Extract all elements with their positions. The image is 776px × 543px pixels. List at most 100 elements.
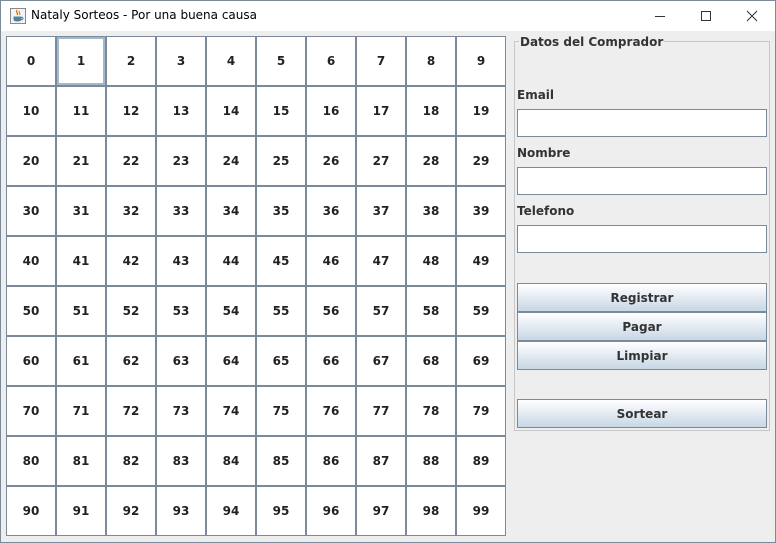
number-button-25[interactable]: 25 (256, 136, 306, 186)
number-button-69[interactable]: 69 (456, 336, 506, 386)
number-button-72[interactable]: 72 (106, 386, 156, 436)
number-button-99[interactable]: 99 (456, 486, 506, 536)
number-button-79[interactable]: 79 (456, 386, 506, 436)
number-button-1[interactable]: 1 (56, 36, 106, 86)
number-button-6[interactable]: 6 (306, 36, 356, 86)
number-button-4[interactable]: 4 (206, 36, 256, 86)
number-button-15[interactable]: 15 (256, 86, 306, 136)
number-button-40[interactable]: 40 (6, 236, 56, 286)
number-button-45[interactable]: 45 (256, 236, 306, 286)
number-button-88[interactable]: 88 (406, 436, 456, 486)
number-button-27[interactable]: 27 (356, 136, 406, 186)
number-button-16[interactable]: 16 (306, 86, 356, 136)
number-button-22[interactable]: 22 (106, 136, 156, 186)
number-button-11[interactable]: 11 (56, 86, 106, 136)
number-button-75[interactable]: 75 (256, 386, 306, 436)
number-button-89[interactable]: 89 (456, 436, 506, 486)
number-button-39[interactable]: 39 (456, 186, 506, 236)
number-button-80[interactable]: 80 (6, 436, 56, 486)
number-button-51[interactable]: 51 (56, 286, 106, 336)
number-button-30[interactable]: 30 (6, 186, 56, 236)
number-button-10[interactable]: 10 (6, 86, 56, 136)
number-button-93[interactable]: 93 (156, 486, 206, 536)
title-bar[interactable]: Nataly Sorteos - Por una buena causa (1, 1, 775, 31)
number-button-44[interactable]: 44 (206, 236, 256, 286)
number-button-97[interactable]: 97 (356, 486, 406, 536)
email-field[interactable] (517, 109, 767, 137)
number-button-42[interactable]: 42 (106, 236, 156, 286)
maximize-button[interactable] (683, 1, 729, 31)
number-button-37[interactable]: 37 (356, 186, 406, 236)
number-button-14[interactable]: 14 (206, 86, 256, 136)
number-button-83[interactable]: 83 (156, 436, 206, 486)
pagar-button[interactable]: Pagar (517, 312, 767, 341)
registrar-button[interactable]: Registrar (517, 283, 767, 312)
number-button-60[interactable]: 60 (6, 336, 56, 386)
limpiar-button[interactable]: Limpiar (517, 341, 767, 370)
number-button-76[interactable]: 76 (306, 386, 356, 436)
number-button-8[interactable]: 8 (406, 36, 456, 86)
number-button-48[interactable]: 48 (406, 236, 456, 286)
number-button-82[interactable]: 82 (106, 436, 156, 486)
number-button-65[interactable]: 65 (256, 336, 306, 386)
number-button-98[interactable]: 98 (406, 486, 456, 536)
number-button-55[interactable]: 55 (256, 286, 306, 336)
number-button-61[interactable]: 61 (56, 336, 106, 386)
sortear-button[interactable]: Sortear (517, 399, 767, 428)
number-button-85[interactable]: 85 (256, 436, 306, 486)
minimize-button[interactable] (637, 1, 683, 31)
number-button-81[interactable]: 81 (56, 436, 106, 486)
number-button-43[interactable]: 43 (156, 236, 206, 286)
number-button-84[interactable]: 84 (206, 436, 256, 486)
number-button-5[interactable]: 5 (256, 36, 306, 86)
number-button-52[interactable]: 52 (106, 286, 156, 336)
number-button-24[interactable]: 24 (206, 136, 256, 186)
number-button-29[interactable]: 29 (456, 136, 506, 186)
number-button-35[interactable]: 35 (256, 186, 306, 236)
telefono-field[interactable] (517, 225, 767, 253)
number-button-71[interactable]: 71 (56, 386, 106, 436)
number-button-3[interactable]: 3 (156, 36, 206, 86)
close-button[interactable] (729, 1, 775, 31)
number-button-96[interactable]: 96 (306, 486, 356, 536)
number-button-63[interactable]: 63 (156, 336, 206, 386)
number-button-20[interactable]: 20 (6, 136, 56, 186)
number-button-62[interactable]: 62 (106, 336, 156, 386)
number-button-74[interactable]: 74 (206, 386, 256, 436)
number-button-90[interactable]: 90 (6, 486, 56, 536)
number-button-41[interactable]: 41 (56, 236, 106, 286)
number-button-21[interactable]: 21 (56, 136, 106, 186)
number-button-18[interactable]: 18 (406, 86, 456, 136)
number-button-77[interactable]: 77 (356, 386, 406, 436)
number-button-46[interactable]: 46 (306, 236, 356, 286)
number-button-36[interactable]: 36 (306, 186, 356, 236)
number-button-50[interactable]: 50 (6, 286, 56, 336)
number-button-95[interactable]: 95 (256, 486, 306, 536)
number-button-86[interactable]: 86 (306, 436, 356, 486)
number-button-66[interactable]: 66 (306, 336, 356, 386)
number-button-67[interactable]: 67 (356, 336, 406, 386)
number-button-53[interactable]: 53 (156, 286, 206, 336)
nombre-field[interactable] (517, 167, 767, 195)
number-button-19[interactable]: 19 (456, 86, 506, 136)
number-button-94[interactable]: 94 (206, 486, 256, 536)
number-button-92[interactable]: 92 (106, 486, 156, 536)
number-button-54[interactable]: 54 (206, 286, 256, 336)
number-button-17[interactable]: 17 (356, 86, 406, 136)
number-button-23[interactable]: 23 (156, 136, 206, 186)
number-button-38[interactable]: 38 (406, 186, 456, 236)
number-button-13[interactable]: 13 (156, 86, 206, 136)
number-button-49[interactable]: 49 (456, 236, 506, 286)
number-button-28[interactable]: 28 (406, 136, 456, 186)
number-button-70[interactable]: 70 (6, 386, 56, 436)
number-button-59[interactable]: 59 (456, 286, 506, 336)
number-button-9[interactable]: 9 (456, 36, 506, 86)
number-button-73[interactable]: 73 (156, 386, 206, 436)
number-button-57[interactable]: 57 (356, 286, 406, 336)
number-button-26[interactable]: 26 (306, 136, 356, 186)
number-button-58[interactable]: 58 (406, 286, 456, 336)
number-button-31[interactable]: 31 (56, 186, 106, 236)
number-button-68[interactable]: 68 (406, 336, 456, 386)
number-button-2[interactable]: 2 (106, 36, 156, 86)
number-button-12[interactable]: 12 (106, 86, 156, 136)
